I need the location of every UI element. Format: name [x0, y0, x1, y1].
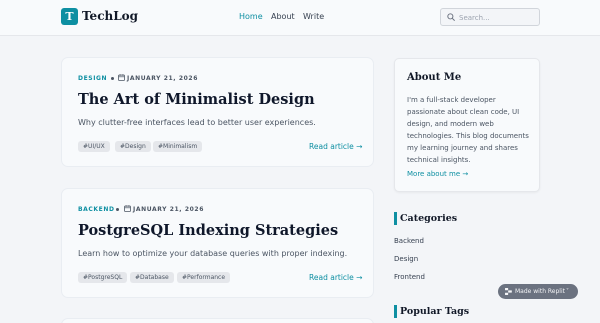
post-title[interactable]: The Art of Minimalist Design [78, 90, 315, 110]
tag-chip[interactable]: #PostgreSQL [78, 272, 128, 283]
site-header: T TechLog Home About Write [0, 0, 600, 36]
popular-tags-title: Popular Tags [400, 306, 470, 317]
tag-chip[interactable]: #Performance [177, 272, 231, 283]
search-icon [447, 13, 455, 21]
nav-about[interactable]: About [271, 11, 295, 23]
about-text-line: my learning journey and shares [407, 144, 518, 152]
nav-home[interactable]: Home [239, 11, 263, 23]
brand-name[interactable]: TechLog [82, 8, 138, 25]
about-me-card: About Me I'm a full-stack developer pass… [394, 58, 540, 192]
post-category[interactable]: DESIGN [78, 74, 107, 83]
search-box[interactable] [440, 8, 540, 26]
search-input[interactable] [459, 11, 537, 24]
tag-chip[interactable]: #Database [130, 272, 174, 283]
made-with-replit-badge[interactable]: Made with Replit ˅ [498, 284, 578, 299]
chevron-down-icon[interactable]: ˅ [566, 284, 569, 299]
category-link-backend[interactable]: Backend [394, 236, 424, 247]
read-article-link[interactable]: Read article → [309, 141, 362, 152]
nav-write[interactable]: Write [303, 11, 324, 23]
tag-chip[interactable]: #Design [115, 141, 151, 152]
about-text-line: I'm a full-stack developer [407, 96, 496, 104]
about-text-line: technical insights. [407, 156, 471, 164]
section-accent-bar [394, 212, 397, 225]
read-article-link[interactable]: Read article → [309, 272, 362, 283]
post-card[interactable]: DESIGN JANUARY 21, 2026 The Art of Minim… [61, 57, 374, 167]
more-about-me-link[interactable]: More about me → [407, 169, 468, 180]
section-accent-bar [394, 305, 397, 318]
categories-title: Categories [400, 213, 458, 224]
post-description: Learn how to optimize your database quer… [78, 249, 348, 258]
separator-dot [116, 208, 119, 211]
calendar-icon [124, 205, 131, 212]
logo-icon[interactable]: T [61, 8, 78, 25]
replit-icon [505, 288, 512, 295]
tag-chip[interactable]: #Minimalism [153, 141, 203, 152]
category-link-design[interactable]: Design [394, 254, 418, 265]
calendar-icon [118, 74, 125, 81]
about-title: About Me [407, 72, 462, 83]
post-category[interactable]: BACKEND [78, 205, 115, 214]
about-text-line: design, and modern web [407, 120, 494, 128]
category-link-frontend[interactable]: Frontend [394, 272, 425, 283]
about-text-line: passionate about clean code, UI [407, 108, 520, 116]
post-title[interactable]: PostgreSQL Indexing Strategies [78, 221, 338, 241]
post-card[interactable]: BACKEND JANUARY 21, 2026 PostgreSQL Inde… [61, 188, 374, 298]
separator-dot [111, 77, 114, 80]
post-date: JANUARY 21, 2026 [133, 206, 204, 213]
tag-chip[interactable]: #UI/UX [78, 141, 110, 152]
about-text-line: technologies. This blog documents [407, 132, 529, 140]
replit-badge-label: Made with Replit [515, 288, 565, 295]
post-date: JANUARY 21, 2026 [127, 75, 198, 82]
post-description: Why clutter-free interfaces lead to bett… [78, 118, 316, 127]
post-card[interactable] [61, 318, 374, 323]
